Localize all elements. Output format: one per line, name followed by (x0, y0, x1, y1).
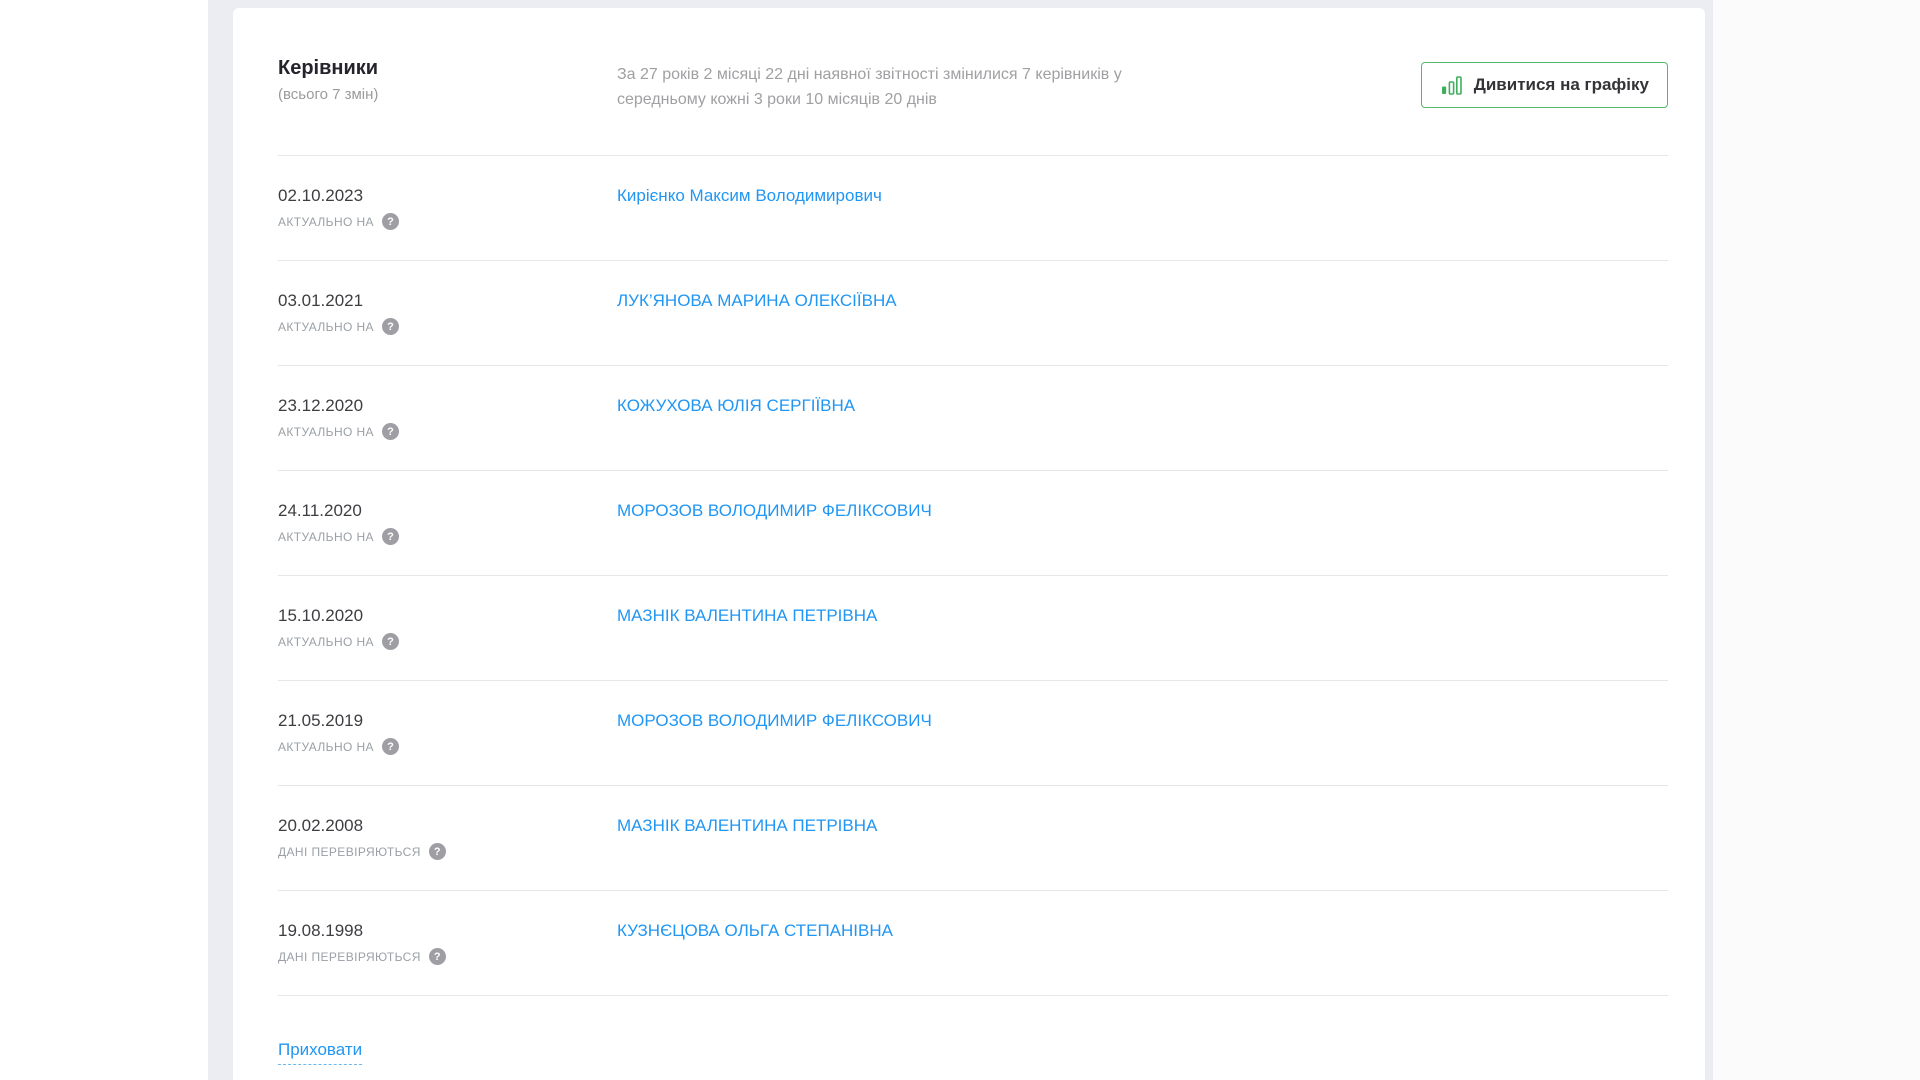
record-meta: 23.12.2020 АКТУАЛЬНО НА ? (278, 396, 617, 440)
section-title: Керівники (278, 56, 617, 80)
record-status: АКТУАЛЬНО НА ? (278, 738, 617, 755)
record-date: 21.05.2019 (278, 711, 617, 731)
status-label: АКТУАЛЬНО НА (278, 635, 374, 649)
record-meta: 21.05.2019 АКТУАЛЬНО НА ? (278, 711, 617, 755)
manager-row: 20.02.2008 ДАНІ ПЕРЕВІРЯЮТЬСЯ ? МАЗНІК В… (278, 785, 1668, 890)
record-date: 03.01.2021 (278, 291, 617, 311)
status-label: АКТУАЛЬНО НА (278, 320, 374, 334)
record-status: АКТУАЛЬНО НА ? (278, 318, 617, 335)
manager-name-link[interactable]: МОРОЗОВ ВОЛОДИМИР ФЕЛІКСОВИЧ (617, 501, 932, 521)
help-icon[interactable]: ? (429, 948, 446, 965)
manager-row: 15.10.2020 АКТУАЛЬНО НА ? МАЗНІК ВАЛЕНТИ… (278, 575, 1668, 680)
manager-row: 24.11.2020 АКТУАЛЬНО НА ? МОРОЗОВ ВОЛОДИ… (278, 470, 1668, 575)
manager-name-link[interactable]: ЛУК’ЯНОВА МАРИНА ОЛЕКСІЇВНА (617, 291, 897, 311)
help-icon[interactable]: ? (382, 528, 399, 545)
manager-name-link[interactable]: Кирієнко Максим Володимирович (617, 186, 882, 206)
bar-chart-icon (1440, 74, 1463, 97)
record-meta: 20.02.2008 ДАНІ ПЕРЕВІРЯЮТЬСЯ ? (278, 816, 617, 860)
manager-row: 23.12.2020 АКТУАЛЬНО НА ? КОЖУХОВА ЮЛІЯ … (278, 365, 1668, 470)
record-date: 20.02.2008 (278, 816, 617, 836)
hide-link[interactable]: Приховати (278, 1040, 362, 1065)
record-date: 19.08.1998 (278, 921, 617, 941)
view-chart-label: Дивитися на графіку (1474, 75, 1649, 95)
manager-row: 19.08.1998 ДАНІ ПЕРЕВІРЯЮТЬСЯ ? КУЗНЄЦОВ… (278, 890, 1668, 995)
status-label: АКТУАЛЬНО НА (278, 215, 374, 229)
manager-name-link[interactable]: МАЗНІК ВАЛЕНТИНА ПЕТРІВНА (617, 816, 877, 836)
record-date: 24.11.2020 (278, 501, 617, 521)
record-date: 15.10.2020 (278, 606, 617, 626)
record-meta: 02.10.2023 АКТУАЛЬНО НА ? (278, 186, 617, 230)
section-header: Керівники (всього 7 змін) За 27 років 2 … (278, 8, 1668, 155)
record-status: АКТУАЛЬНО НА ? (278, 213, 617, 230)
record-meta: 15.10.2020 АКТУАЛЬНО НА ? (278, 606, 617, 650)
manager-row: 21.05.2019 АКТУАЛЬНО НА ? МОРОЗОВ ВОЛОДИ… (278, 680, 1668, 785)
manager-row: 02.10.2023 АКТУАЛЬНО НА ? Кирієнко Макси… (278, 155, 1668, 260)
status-label: АКТУАЛЬНО НА (278, 425, 374, 439)
record-status: ДАНІ ПЕРЕВІРЯЮТЬСЯ ? (278, 843, 617, 860)
status-label: АКТУАЛЬНО НА (278, 530, 374, 544)
help-icon[interactable]: ? (382, 738, 399, 755)
status-label: ДАНІ ПЕРЕВІРЯЮТЬСЯ (278, 950, 421, 964)
manager-name-link[interactable]: МОРОЗОВ ВОЛОДИМИР ФЕЛІКСОВИЧ (617, 711, 932, 731)
right-margin-background (1713, 0, 1920, 1080)
help-icon[interactable]: ? (382, 423, 399, 440)
record-status: АКТУАЛЬНО НА ? (278, 528, 617, 545)
record-date: 02.10.2023 (278, 186, 617, 206)
manager-name-link[interactable]: КОЖУХОВА ЮЛІЯ СЕРГІЇВНА (617, 396, 855, 416)
record-status: АКТУАЛЬНО НА ? (278, 423, 617, 440)
record-meta: 03.01.2021 АКТУАЛЬНО НА ? (278, 291, 617, 335)
record-status: АКТУАЛЬНО НА ? (278, 633, 617, 650)
help-icon[interactable]: ? (429, 843, 446, 860)
record-meta: 24.11.2020 АКТУАЛЬНО НА ? (278, 501, 617, 545)
help-icon[interactable]: ? (382, 318, 399, 335)
manager-name-link[interactable]: МАЗНІК ВАЛЕНТИНА ПЕТРІВНА (617, 606, 877, 626)
title-block: Керівники (всього 7 змін) (278, 56, 617, 105)
record-status: ДАНІ ПЕРЕВІРЯЮТЬСЯ ? (278, 948, 617, 965)
help-icon[interactable]: ? (382, 213, 399, 230)
status-label: ДАНІ ПЕРЕВІРЯЮТЬСЯ (278, 845, 421, 859)
section-subtitle: (всього 7 змін) (278, 85, 617, 105)
help-icon[interactable]: ? (382, 633, 399, 650)
record-date: 23.12.2020 (278, 396, 617, 416)
manager-row: 03.01.2021 АКТУАЛЬНО НА ? ЛУК’ЯНОВА МАРИ… (278, 260, 1668, 365)
view-chart-button[interactable]: Дивитися на графіку (1421, 62, 1668, 108)
manager-name-link[interactable]: КУЗНЄЦОВА ОЛЬГА СТЕПАНІВНА (617, 921, 893, 941)
section-footer: Приховати (278, 995, 1668, 1065)
status-label: АКТУАЛЬНО НА (278, 740, 374, 754)
managers-card: Керівники (всього 7 змін) За 27 років 2 … (233, 8, 1705, 1080)
record-meta: 19.08.1998 ДАНІ ПЕРЕВІРЯЮТЬСЯ ? (278, 921, 617, 965)
section-description: За 27 років 2 місяці 22 дні наявної звіт… (617, 62, 1182, 112)
